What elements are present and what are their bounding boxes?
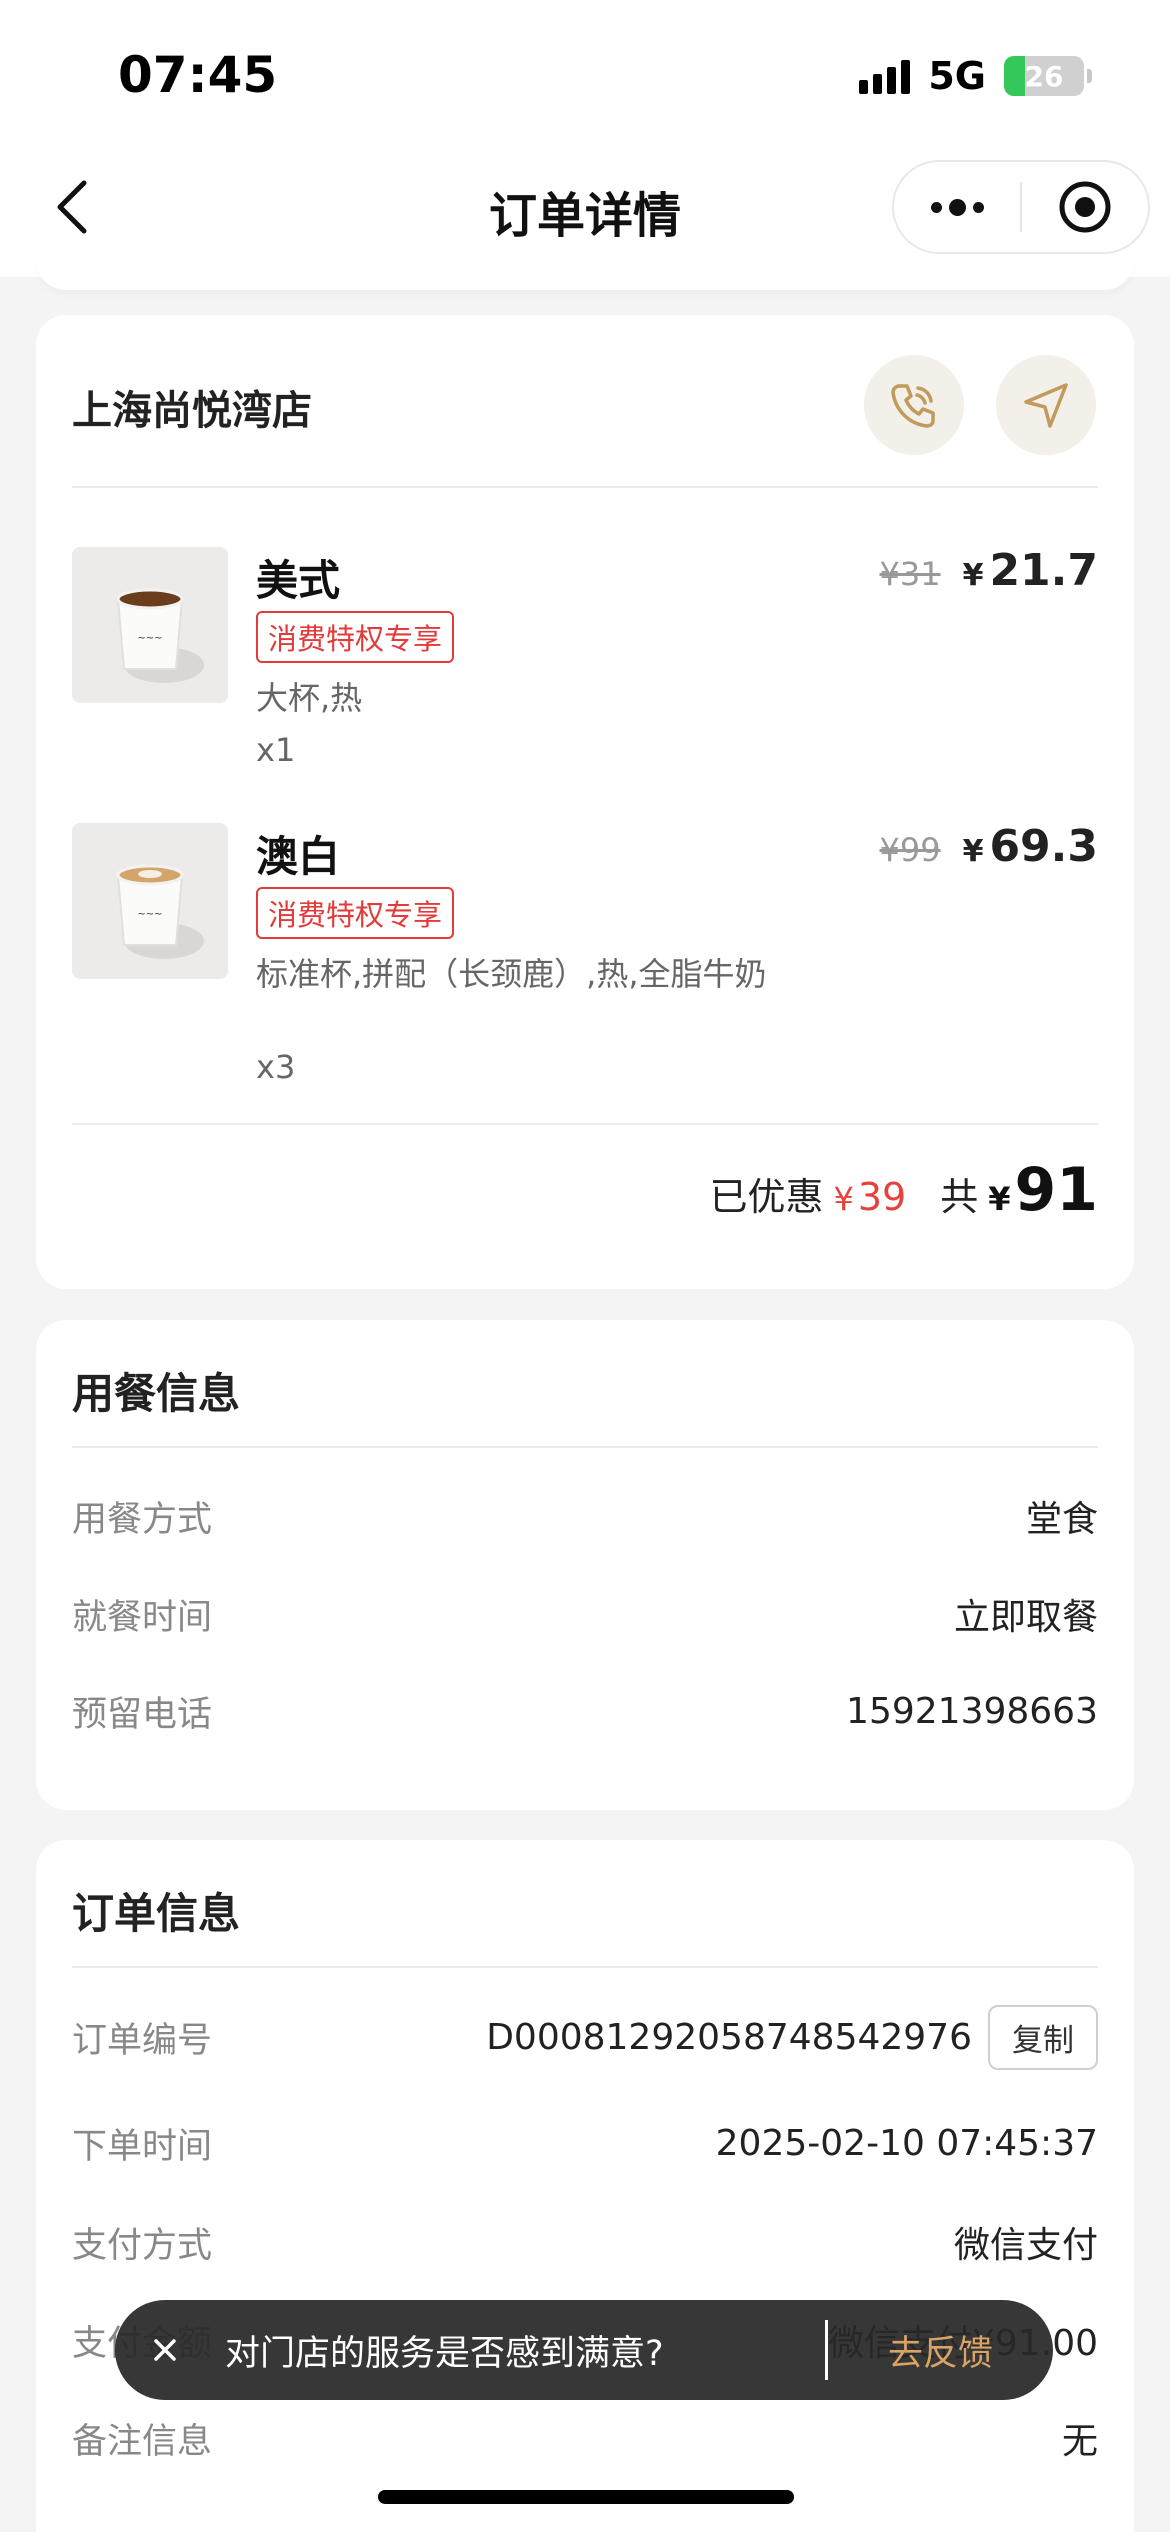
- toast-message: 对门店的服务是否感到满意?: [225, 2333, 664, 2374]
- order-info-card: 订单信息 订单编号 D0008129205874854297​6 复制 下单时间…: [36, 1840, 1134, 2532]
- info-row: 预留电话 15921398663: [72, 1686, 1098, 1737]
- target-icon: [1059, 181, 1111, 233]
- phone-icon: [891, 384, 935, 428]
- divider: [72, 486, 1098, 488]
- row-value: 立即取餐: [953, 1597, 1098, 1638]
- promo-tag: 消费特权专享: [256, 887, 455, 939]
- item-name: 美式: [256, 556, 341, 605]
- signal-icon: [859, 58, 911, 94]
- row-label: 就餐时间: [72, 1597, 213, 1638]
- row-label: 用餐方式: [72, 1499, 213, 1540]
- current-price: ¥21.7: [962, 545, 1098, 596]
- copy-button[interactable]: 复制: [988, 2005, 1098, 2070]
- divider: [72, 1966, 1098, 1968]
- row-value: 堂食: [1025, 1499, 1098, 1540]
- feedback-toast: 对门店的服务是否感到满意? 去反馈: [115, 2300, 1053, 2400]
- battery-icon: 26: [1004, 56, 1084, 96]
- row-label: 下单时间: [72, 2127, 213, 2167]
- status-indicators: 5G 26: [859, 54, 1092, 98]
- info-row: 用餐方式 堂食: [72, 1490, 1098, 1542]
- item-name: 澳白: [256, 832, 341, 881]
- original-price: ¥99: [879, 831, 941, 869]
- info-row: 备注信息 无: [72, 2412, 1098, 2464]
- navigate-store-button[interactable]: [996, 355, 1096, 455]
- row-label: 备注信息: [72, 2421, 213, 2462]
- row-value: 无: [1061, 2421, 1098, 2462]
- item-spec: 大杯,热: [256, 679, 363, 717]
- section-title: 订单信息: [72, 1889, 241, 1938]
- current-price: ¥69.3: [962, 821, 1098, 872]
- total-amount: ¥91: [988, 1155, 1098, 1225]
- info-row: 就餐时间 立即取餐: [72, 1588, 1098, 1640]
- total-label: 共: [940, 1175, 979, 1219]
- top-bar: 07:45 5G 26 订单详情: [0, 0, 1170, 277]
- row-label: 订单编号: [72, 2021, 213, 2061]
- row-value: 2025-02-10 07:45:37: [715, 2123, 1098, 2164]
- battery-level: 26: [1024, 59, 1064, 93]
- svg-text:~~~: ~~~: [137, 633, 162, 644]
- toast-close-button[interactable]: [115, 2300, 215, 2400]
- promo-tag: 消费特权专享: [256, 611, 455, 663]
- section-title: 用餐信息: [72, 1369, 241, 1418]
- original-price: ¥31: [879, 555, 941, 593]
- row-value: 15921398663: [846, 1691, 1098, 1732]
- close-icon: [154, 2339, 176, 2361]
- order-summary: 已优惠 ¥39 共 ¥91: [709, 1155, 1098, 1225]
- miniprogram-capsule: [892, 160, 1150, 254]
- previous-card-edge: [36, 260, 1134, 290]
- more-button[interactable]: [894, 162, 1020, 252]
- call-store-button[interactable]: [864, 355, 964, 455]
- row-label: 支付方式: [72, 2225, 213, 2266]
- navigation-arrow-icon: [1024, 383, 1068, 428]
- dine-info-card: 用餐信息 用餐方式 堂食 就餐时间 立即取餐 预留电话 15921398663: [36, 1320, 1134, 1810]
- close-miniprogram-button[interactable]: [1022, 162, 1148, 252]
- info-row: 下单时间 2025-02-10 07:45:37: [72, 2118, 1098, 2169]
- home-indicator: [378, 2490, 794, 2504]
- item-quantity: x3: [256, 1048, 296, 1086]
- discount-amount: ¥39: [833, 1175, 907, 1219]
- info-row: 支付方式 微信支付: [72, 2216, 1098, 2268]
- divider: [72, 1446, 1098, 1448]
- product-image-americano: ~~~: [72, 547, 228, 703]
- svg-text:~~~: ~~~: [137, 909, 162, 920]
- order-number-row: 订单编号 D0008129205874854297​6 复制: [72, 2005, 1098, 2070]
- product-image-flat-white: ~~~: [72, 823, 228, 979]
- more-dots-icon: [930, 198, 984, 216]
- store-name: 上海尚悦湾店: [72, 388, 312, 434]
- row-label: 预留电话: [72, 1695, 213, 1735]
- item-spec: 标准杯,拼配（长颈鹿）,热,全脂牛奶: [256, 955, 767, 993]
- discount-label: 已优惠: [709, 1175, 824, 1219]
- feedback-button[interactable]: 去反馈: [828, 2325, 1053, 2376]
- divider: [72, 1123, 1098, 1125]
- item-price: ¥99 ¥69.3: [879, 821, 1098, 872]
- item-quantity: x1: [256, 731, 296, 769]
- order-number: D0008129205874854297​6: [486, 2017, 972, 2058]
- row-value: 微信支付: [953, 2225, 1098, 2266]
- status-time: 07:45: [118, 46, 278, 104]
- item-price: ¥31 ¥21.7: [879, 545, 1098, 596]
- network-type: 5G: [928, 54, 986, 98]
- store-order-card: 上海尚悦湾店 ~~~ 美式 消费特权专享 大杯,热 x1 ¥31 ¥21.7 ~…: [36, 315, 1134, 1289]
